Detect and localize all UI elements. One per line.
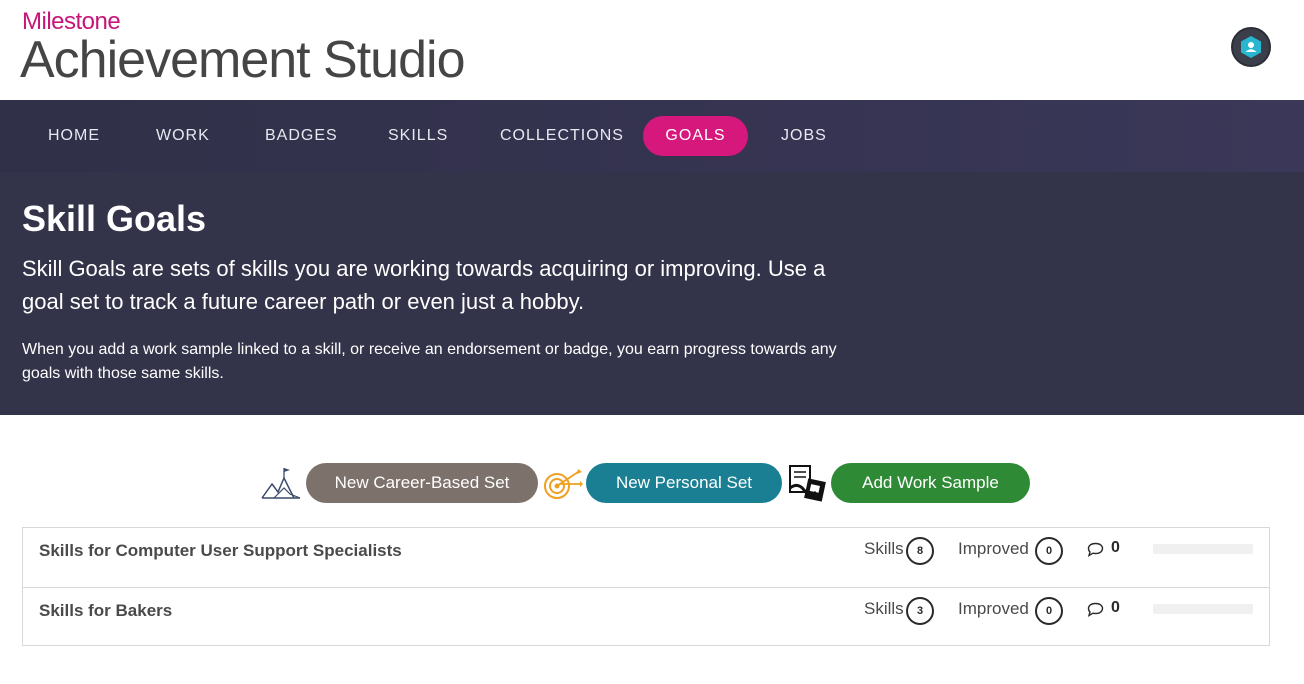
intro-banner: Skill Goals Skill Goals are sets of skil… xyxy=(0,172,1304,415)
skills-label: Skills xyxy=(864,539,904,558)
improved-count-badge: 0 xyxy=(1035,537,1063,565)
skills-label: Skills xyxy=(864,599,904,618)
brand-product[interactable]: Achievement Studio xyxy=(20,30,465,90)
page-title: Skill Goals xyxy=(22,198,207,239)
main-nav: HOME WORK BADGES SKILLS COLLECTIONS GOAL… xyxy=(0,100,1304,172)
nav-skills[interactable]: SKILLS xyxy=(366,116,470,156)
goal-name[interactable]: Skills for Bakers xyxy=(39,601,172,621)
documents-link-icon xyxy=(789,465,826,502)
goal-progress-bar xyxy=(1153,544,1253,554)
nav-goals[interactable]: GOALS xyxy=(643,116,748,156)
speech-bubble-icon xyxy=(1087,542,1104,557)
intro-note: When you add a work sample linked to a s… xyxy=(22,341,837,382)
skills-count-badge: 8 xyxy=(906,537,934,565)
target-arrows-icon xyxy=(544,469,583,499)
add-work-sample-button[interactable]: Add Work Sample xyxy=(831,463,1030,503)
skills-count-badge: 3 xyxy=(906,597,934,625)
comment-count: 0 xyxy=(1111,539,1120,556)
user-avatar-button[interactable] xyxy=(1231,27,1271,67)
intro-lead: Skill Goals are sets of skills you are w… xyxy=(22,256,826,314)
goal-row[interactable]: Skills for Bakers Skills 3 Improved 0 0 xyxy=(23,587,1269,646)
improved-label: Improved xyxy=(958,599,1029,618)
goal-name[interactable]: Skills for Computer User Support Special… xyxy=(39,541,402,561)
nav-home[interactable]: HOME xyxy=(26,116,122,156)
app-header: Milestone Achievement Studio xyxy=(0,0,1304,100)
mountains-flag-icon xyxy=(261,468,301,499)
new-career-set-button[interactable]: New Career-Based Set xyxy=(306,463,538,503)
speech-bubble-icon xyxy=(1087,602,1104,617)
nav-badges[interactable]: BADGES xyxy=(243,116,360,156)
improved-label: Improved xyxy=(958,539,1029,558)
action-bar: New Career-Based Set New Personal Set Ad… xyxy=(0,462,1304,504)
goal-progress-bar xyxy=(1153,604,1253,614)
user-hexagon-icon xyxy=(1241,36,1261,58)
nav-jobs[interactable]: JOBS xyxy=(759,116,849,156)
nav-collections[interactable]: COLLECTIONS xyxy=(478,116,646,156)
nav-work[interactable]: WORK xyxy=(134,116,232,156)
improved-count-badge: 0 xyxy=(1035,597,1063,625)
goal-row[interactable]: Skills for Computer User Support Special… xyxy=(23,528,1269,587)
new-personal-set-button[interactable]: New Personal Set xyxy=(586,463,782,503)
comment-count: 0 xyxy=(1111,599,1120,616)
goal-list: Skills for Computer User Support Special… xyxy=(22,527,1270,646)
